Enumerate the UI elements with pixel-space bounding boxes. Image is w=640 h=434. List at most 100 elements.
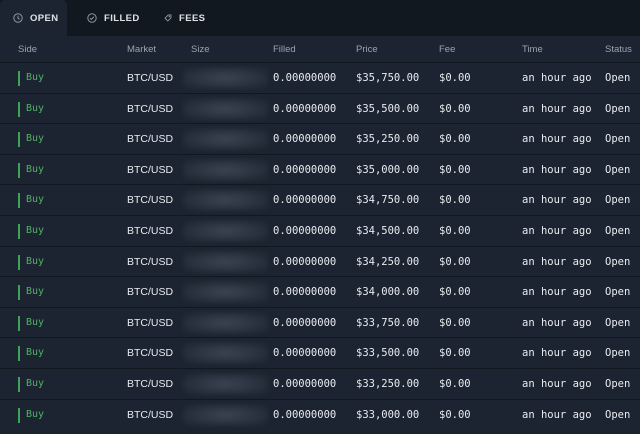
order-fee: $0.00 [439, 377, 471, 390]
table-row[interactable]: Buy BTC/USD 0.00000000 $33,750.00 $0.00 … [0, 306, 640, 338]
order-market: BTC/USD [127, 377, 174, 390]
column-header-filled[interactable]: Filled [273, 44, 296, 55]
order-status: Open [605, 255, 631, 268]
column-header-size[interactable]: Size [191, 44, 209, 55]
order-fee: $0.00 [439, 408, 471, 421]
table-row[interactable]: Buy BTC/USD 0.00000000 $35,000.00 $0.00 … [0, 153, 640, 185]
table-row[interactable]: Buy BTC/USD 0.00000000 $34,250.00 $0.00 … [0, 245, 640, 277]
order-size-redacted [183, 372, 268, 395]
column-header-market[interactable]: Market [127, 44, 156, 55]
order-status: Open [605, 408, 631, 421]
tab-open[interactable]: OPEN [0, 0, 67, 36]
order-market: BTC/USD [127, 408, 174, 421]
order-size-redacted [183, 311, 268, 334]
table-row[interactable]: Buy BTC/USD 0.00000000 $33,500.00 $0.00 … [0, 337, 640, 368]
table-row[interactable]: Buy BTC/USD 0.00000000 $34,750.00 $0.00 … [0, 184, 640, 215]
order-price: $34,250.00 [356, 255, 420, 268]
redaction-blur [183, 342, 268, 365]
tab-open-label: OPEN [30, 12, 59, 24]
column-header-time[interactable]: Time [522, 44, 543, 55]
redaction-blur [183, 67, 268, 89]
redaction-blur [183, 403, 268, 426]
order-filled: 0.00000000 [273, 316, 337, 329]
order-filled: 0.00000000 [273, 163, 337, 176]
column-header-fee[interactable]: Fee [439, 44, 455, 55]
redaction-blur [183, 189, 268, 212]
order-side: Buy [18, 185, 44, 215]
table-row[interactable]: Buy BTC/USD 0.00000000 $33,250.00 $0.00 … [0, 367, 640, 399]
redaction-blur [183, 97, 268, 120]
table-row[interactable]: Buy BTC/USD 0.00000000 $34,000.00 $0.00 … [0, 276, 640, 307]
order-status: Open [605, 194, 631, 207]
order-status: Open [605, 316, 631, 329]
order-time: an hour ago [522, 133, 592, 146]
order-price: $35,250.00 [356, 133, 420, 146]
order-side: Buy [18, 308, 44, 338]
order-status: Open [605, 133, 631, 146]
column-header-side[interactable]: Side [18, 44, 37, 55]
order-status: Open [605, 286, 631, 299]
order-size-redacted [183, 342, 268, 365]
table-row[interactable]: Buy BTC/USD 0.00000000 $34,500.00 $0.00 … [0, 214, 640, 246]
order-filled: 0.00000000 [273, 224, 337, 237]
order-size-redacted [183, 97, 268, 120]
order-fee: $0.00 [439, 316, 471, 329]
order-time: an hour ago [522, 408, 592, 421]
order-filled: 0.00000000 [273, 133, 337, 146]
redaction-blur [183, 128, 268, 151]
order-side: Buy [18, 124, 44, 154]
order-size-redacted [183, 403, 268, 426]
order-market: BTC/USD [127, 72, 174, 84]
order-status: Open [605, 224, 631, 237]
tab-filled[interactable]: FILLED [72, 0, 142, 36]
order-time: an hour ago [522, 72, 592, 84]
tab-fees[interactable]: FEES [148, 0, 205, 36]
order-market: BTC/USD [127, 102, 174, 115]
order-filled: 0.00000000 [273, 255, 337, 268]
order-size-redacted [183, 281, 268, 304]
order-side: Buy [18, 63, 44, 93]
order-side: Buy [18, 369, 44, 399]
order-market: BTC/USD [127, 133, 174, 146]
order-filled: 0.00000000 [273, 72, 337, 84]
order-side: Buy [18, 216, 44, 246]
order-side: Buy [18, 338, 44, 368]
table-row[interactable]: Buy BTC/USD 0.00000000 $35,750.00 $0.00 … [0, 62, 640, 93]
redaction-blur [183, 158, 268, 181]
order-size-redacted [183, 189, 268, 212]
order-price: $35,000.00 [356, 163, 420, 176]
order-fee: $0.00 [439, 163, 471, 176]
order-fee: $0.00 [439, 72, 471, 84]
order-side: Buy [18, 94, 44, 124]
order-filled: 0.00000000 [273, 377, 337, 390]
table-row[interactable]: Buy BTC/USD 0.00000000 $35,500.00 $0.00 … [0, 92, 640, 124]
order-status: Open [605, 347, 631, 360]
order-filled: 0.00000000 [273, 408, 337, 421]
tab-filled-label: FILLED [104, 12, 140, 24]
order-fee: $0.00 [439, 102, 471, 115]
order-price: $33,750.00 [356, 316, 420, 329]
order-side: Buy [18, 247, 44, 277]
redaction-blur [183, 219, 268, 242]
order-time: an hour ago [522, 286, 592, 299]
fee-tag-icon [164, 14, 172, 22]
order-market: BTC/USD [127, 194, 174, 207]
table-row[interactable]: Buy BTC/USD 0.00000000 $33,000.00 $0.00 … [0, 398, 640, 430]
order-filled: 0.00000000 [273, 102, 337, 115]
order-fee: $0.00 [439, 347, 471, 360]
table-header: Side Market Size Filled Price Fee Time S… [0, 36, 640, 62]
column-header-price[interactable]: Price [356, 44, 378, 55]
order-price: $35,750.00 [356, 72, 420, 84]
column-header-status[interactable]: Status [605, 44, 632, 55]
order-status: Open [605, 72, 631, 84]
order-price: $34,750.00 [356, 194, 420, 207]
order-time: an hour ago [522, 163, 592, 176]
order-time: an hour ago [522, 316, 592, 329]
order-price: $33,000.00 [356, 408, 420, 421]
table-row[interactable]: Buy BTC/USD 0.00000000 $35,250.00 $0.00 … [0, 123, 640, 154]
order-fee: $0.00 [439, 286, 471, 299]
order-market: BTC/USD [127, 255, 174, 268]
order-price: $34,500.00 [356, 224, 420, 237]
order-market: BTC/USD [127, 224, 174, 237]
order-market: BTC/USD [127, 286, 174, 299]
